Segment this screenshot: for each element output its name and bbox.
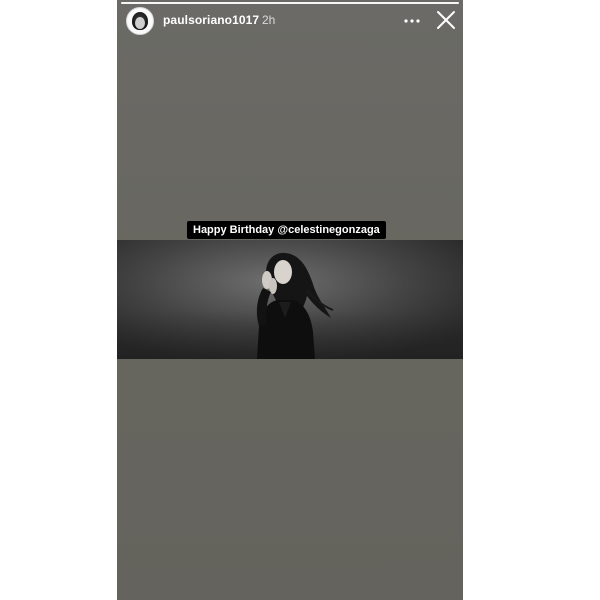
story-progress-fill bbox=[121, 2, 459, 4]
story-photo bbox=[117, 240, 463, 359]
caption-text: Happy Birthday bbox=[193, 224, 278, 236]
close-icon bbox=[437, 11, 455, 29]
more-options-button[interactable] bbox=[401, 11, 423, 31]
avatar[interactable] bbox=[126, 7, 154, 35]
story-header: paulsoriano1017 2h bbox=[117, 6, 463, 36]
username[interactable]: paulsoriano1017 bbox=[163, 13, 259, 27]
story-progress-bar bbox=[121, 2, 459, 4]
timestamp: 2h bbox=[262, 13, 276, 27]
more-horizontal-icon bbox=[404, 19, 420, 23]
story-viewer[interactable]: paulsoriano1017 2h Happy Birthday @celes… bbox=[117, 0, 463, 600]
avatar-face bbox=[135, 17, 145, 29]
photo-image bbox=[117, 240, 463, 359]
close-button[interactable] bbox=[435, 9, 457, 31]
mention-link[interactable]: @celestinegonzaga bbox=[277, 224, 379, 236]
story-caption: Happy Birthday @celestinegonzaga bbox=[187, 221, 386, 239]
page: paulsoriano1017 2h Happy Birthday @celes… bbox=[0, 0, 600, 600]
